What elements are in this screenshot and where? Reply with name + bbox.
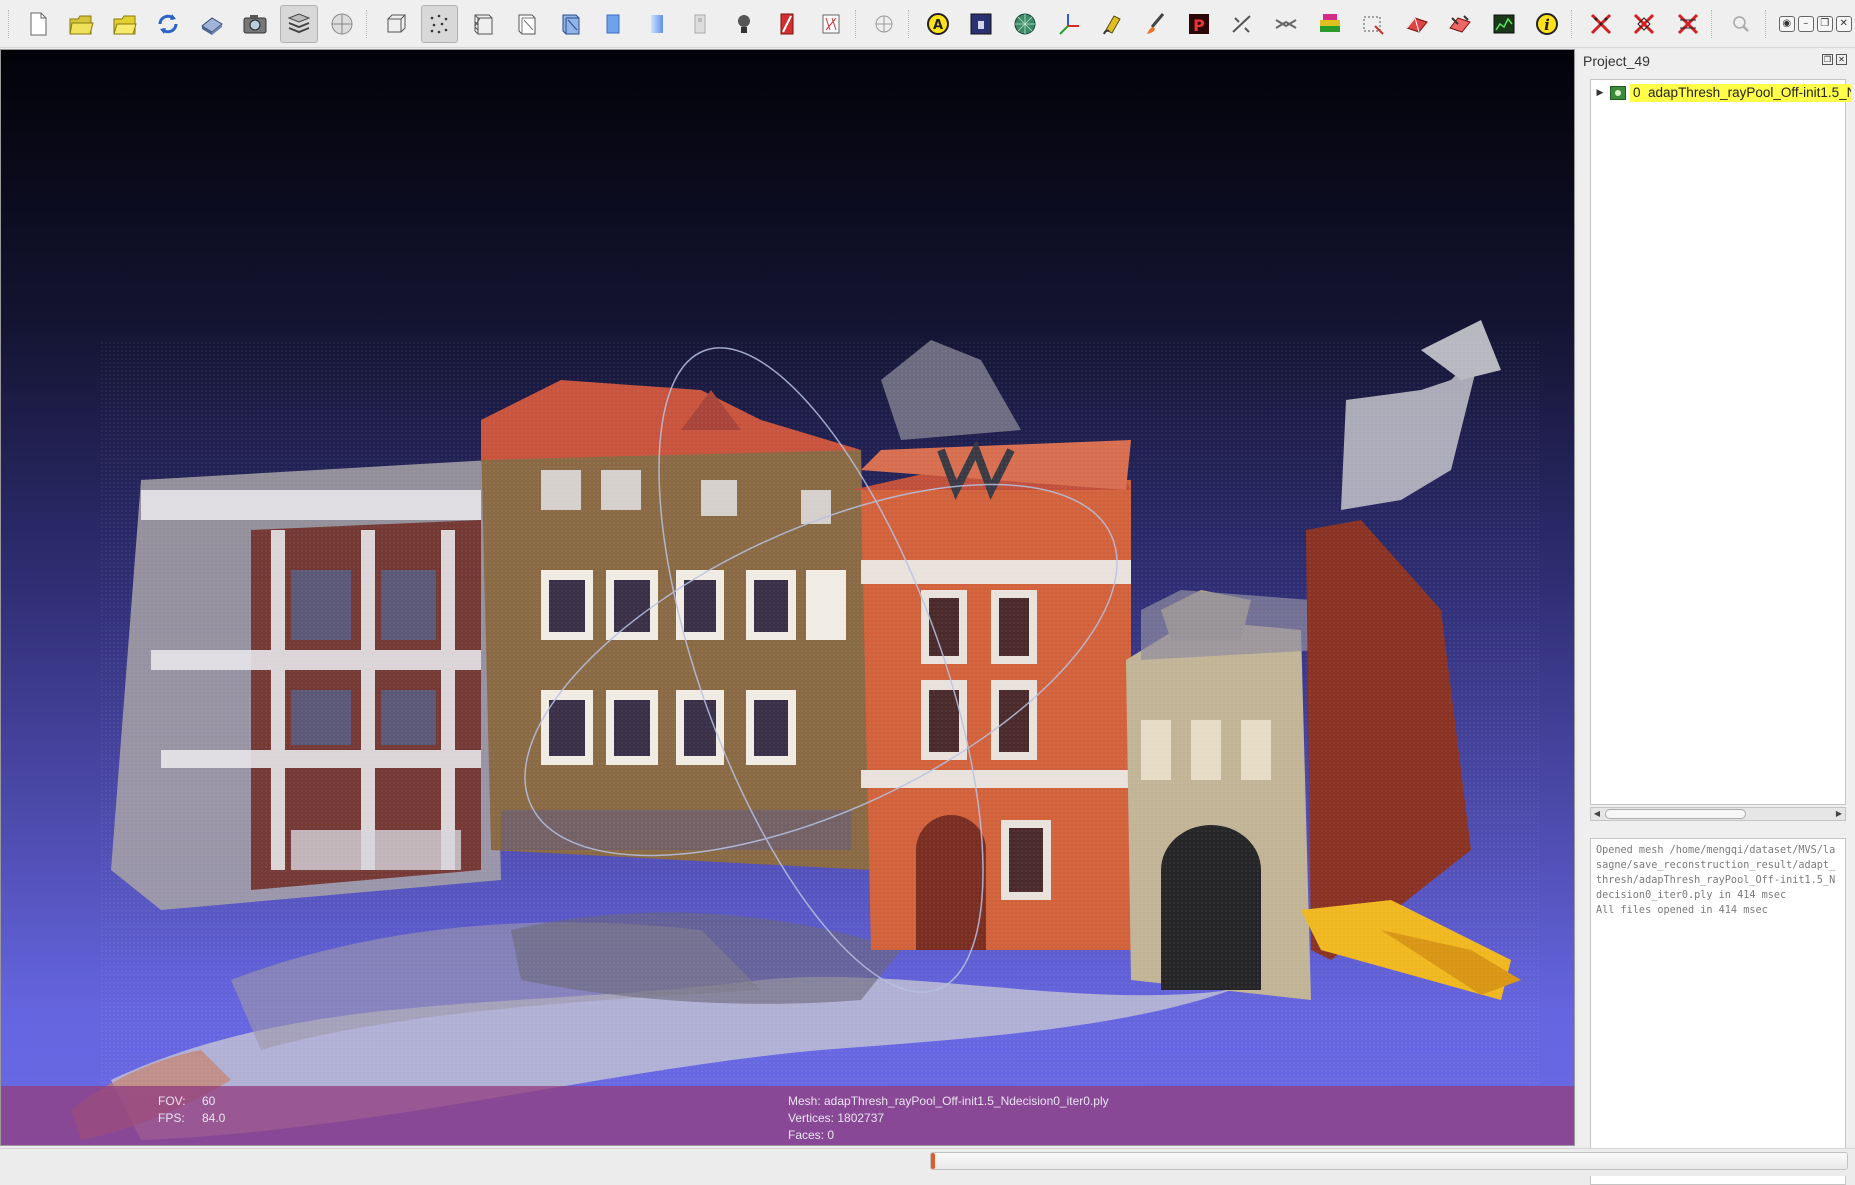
texture-icon[interactable] xyxy=(769,5,807,43)
mesh-name: Mesh: adapThresh_rayPool_Off-init1.5_Nde… xyxy=(788,1094,1109,1108)
hidden-lines-icon[interactable] xyxy=(508,5,546,43)
fov-readout: FOV: 60 xyxy=(158,1094,216,1108)
annotate-icon[interactable]: A xyxy=(919,5,957,43)
svg-text:P: P xyxy=(1193,16,1205,35)
log-window[interactable]: Opened mesh /home/mengqi/dataset/MVS/las… xyxy=(1590,838,1846,1185)
toolbar-separator xyxy=(854,9,861,38)
quality-icon[interactable] xyxy=(1311,5,1349,43)
paint-icon[interactable] xyxy=(1093,5,1131,43)
project-title: Project_49 xyxy=(1583,53,1650,69)
wireframe-icon[interactable] xyxy=(464,5,502,43)
3d-viewport[interactable]: FOV: 60 FPS: 84.0 Mesh: adapThresh_rayPool… xyxy=(0,49,1575,1146)
delete-all-icon[interactable] xyxy=(1669,5,1707,43)
toolbar-separator xyxy=(1711,9,1717,38)
bbox-icon[interactable] xyxy=(377,5,415,43)
log-entry: Opened mesh /home/mengqi/dataset/MVS/las… xyxy=(1596,845,1836,901)
layer-visibility-icon[interactable] xyxy=(1610,86,1626,100)
layer-panel: Project_49 ❐ ✕ ▶ 0 adapThresh_rayPool_Of… xyxy=(1577,49,1855,1185)
delete-vertices-icon[interactable] xyxy=(1582,5,1620,43)
svg-text:A: A xyxy=(933,18,943,33)
snapshot-icon[interactable] xyxy=(237,5,275,43)
progress-bar xyxy=(930,1152,1848,1170)
reload-icon[interactable] xyxy=(149,5,187,43)
log-entry: All files opened in 414 msec xyxy=(1596,905,1768,916)
delete-faces-icon[interactable] xyxy=(1625,5,1663,43)
sphere-icon[interactable] xyxy=(1006,5,1044,43)
layers-icon[interactable] xyxy=(280,4,318,43)
layer-label[interactable]: 0 adapThresh_rayPool_Off-init1.5_Ndecisi… xyxy=(1630,84,1851,102)
toolbar-separator xyxy=(366,9,372,38)
layer-tree[interactable]: ▶ 0 adapThresh_rayPool_Off-init1.5_Ndeci… xyxy=(1590,79,1851,805)
main-toolbar: A P i ◉ – ❐ ✕ xyxy=(0,0,1855,48)
toolbar-separator xyxy=(1570,9,1577,38)
toolbar-grip xyxy=(8,9,14,38)
close-panel-icon[interactable]: ✕ xyxy=(1836,54,1847,65)
toolbar-separator xyxy=(1764,9,1771,38)
scroll-right-icon[interactable]: ▶ xyxy=(1833,808,1845,820)
open-project-icon[interactable] xyxy=(62,5,100,43)
render-stats: FOV: 60 FPS: 84.0 xyxy=(158,1093,225,1127)
status-bar xyxy=(0,1148,1855,1176)
layer-tree-scrollbar[interactable]: ◀ ▶ xyxy=(1590,807,1846,821)
mesh-info: Mesh: adapThresh_rayPool_Off-init1.5_Nde… xyxy=(788,1093,1109,1144)
measure-icon[interactable] xyxy=(1224,5,1262,43)
panel-controls: ❐ ✕ xyxy=(1819,54,1847,65)
mdi-window-controls: ◉ – ❐ ✕ xyxy=(1778,15,1855,32)
render-info-bar: FOV: 60 FPS: 84.0 Mesh: adapThresh_rayPool… xyxy=(1,1086,1574,1145)
eye-toggle-icon[interactable]: ◉ xyxy=(1778,15,1795,32)
float-panel-icon[interactable]: ❐ xyxy=(1822,54,1833,65)
info-icon[interactable]: i xyxy=(1528,5,1566,43)
brush-icon[interactable] xyxy=(1137,5,1175,43)
flat-icon[interactable] xyxy=(595,5,633,43)
axis-icon[interactable] xyxy=(1050,5,1088,43)
scroll-thumb[interactable] xyxy=(1605,809,1746,819)
close-icon[interactable]: ✕ xyxy=(1835,15,1852,32)
raster-icon[interactable] xyxy=(324,5,362,43)
minimize-icon[interactable]: – xyxy=(1797,15,1814,32)
vertex-count: Vertices: 1802737 xyxy=(788,1111,885,1125)
export-mesh-icon[interactable] xyxy=(193,5,231,43)
manipulator-icon[interactable] xyxy=(1267,5,1305,43)
smooth-icon[interactable] xyxy=(638,5,676,43)
select-faces-icon[interactable] xyxy=(1398,5,1436,43)
histogram-icon[interactable] xyxy=(1485,5,1523,43)
trackball-icon[interactable] xyxy=(866,5,904,43)
fps-readout: FPS: 84.0 xyxy=(158,1111,226,1125)
layer-row[interactable]: ▶ 0 adapThresh_rayPool_Off-init1.5_Ndeci… xyxy=(1591,83,1851,103)
svg-text:i: i xyxy=(1544,16,1550,34)
face-count: Faces: 0 xyxy=(788,1128,835,1142)
light-icon[interactable] xyxy=(725,5,763,43)
expand-arrow-icon[interactable]: ▶ xyxy=(1594,88,1606,98)
image-align-icon[interactable] xyxy=(963,5,1001,43)
double-side-icon[interactable] xyxy=(812,5,850,43)
flat-lines-icon[interactable] xyxy=(551,5,589,43)
select-vertex-icon[interactable] xyxy=(1354,5,1392,43)
restore-icon[interactable]: ❐ xyxy=(1816,15,1833,32)
toolbar-separator xyxy=(908,9,914,38)
progress-fill xyxy=(931,1153,935,1169)
pickpoint-icon[interactable]: P xyxy=(1180,5,1218,43)
select-connected-icon[interactable] xyxy=(1441,5,1479,43)
import-mesh-icon[interactable] xyxy=(106,5,144,43)
back-face-icon[interactable] xyxy=(682,5,720,43)
point-cloud-render xyxy=(71,320,1541,1140)
new-project-icon[interactable] xyxy=(19,5,57,43)
scroll-left-icon[interactable]: ◀ xyxy=(1591,808,1603,820)
points-icon[interactable] xyxy=(420,4,459,43)
search-icon[interactable] xyxy=(1722,5,1760,43)
